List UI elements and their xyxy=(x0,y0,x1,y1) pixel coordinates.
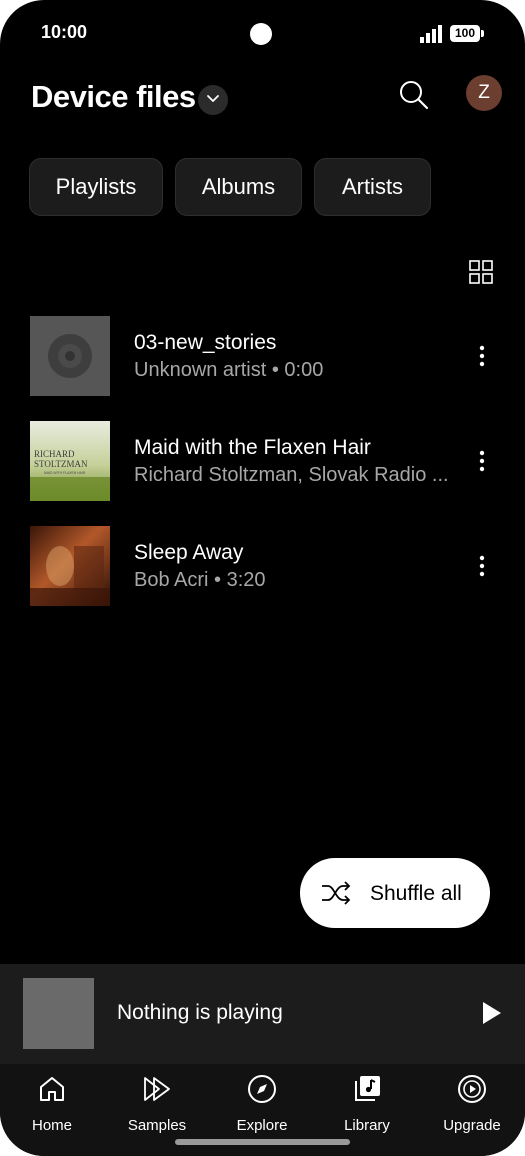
track-title: Maid with the Flaxen Hair xyxy=(134,436,371,459)
play-icon[interactable] xyxy=(481,1001,503,1025)
chip-artists[interactable]: Artists xyxy=(314,158,431,216)
chip-albums[interactable]: Albums xyxy=(175,158,302,216)
now-playing-artwork xyxy=(23,978,94,1049)
home-indicator[interactable] xyxy=(175,1139,350,1145)
track-row[interactable]: 03-new_stories Unknown artist • 0:00 xyxy=(0,316,525,398)
more-options-icon[interactable] xyxy=(470,448,494,474)
more-options-icon[interactable] xyxy=(470,553,494,579)
track-subtitle: Richard Stoltzman, Slovak Radio ... xyxy=(134,464,449,486)
header: Device files xyxy=(0,70,525,130)
nav-explore-label: Explore xyxy=(236,1117,288,1134)
nav-library[interactable]: Library xyxy=(322,1072,412,1142)
page-title[interactable]: Device files xyxy=(31,79,196,115)
source-dropdown-button[interactable] xyxy=(198,85,228,115)
track-artwork xyxy=(30,526,110,606)
now-playing-text: Nothing is playing xyxy=(117,1001,283,1024)
status-bar: 10:00 100 xyxy=(0,0,525,64)
signal-icon xyxy=(420,25,442,43)
nav-explore[interactable]: Explore xyxy=(217,1072,307,1142)
avatar[interactable]: Z xyxy=(466,75,502,111)
chip-playlists[interactable]: Playlists xyxy=(29,158,163,216)
track-artwork xyxy=(30,316,110,396)
front-camera xyxy=(250,23,272,45)
status-time: 10:00 xyxy=(41,22,88,42)
battery-icon: 100 xyxy=(450,25,484,42)
nav-samples-label: Samples xyxy=(127,1117,187,1134)
phone-screen: 10:00 100 Device files Z Playlists Album… xyxy=(0,0,525,1156)
album-art-text: RICHARD xyxy=(34,449,75,459)
shuffle-all-label: Shuffle all xyxy=(370,882,462,905)
nav-upgrade-label: Upgrade xyxy=(443,1117,501,1134)
shuffle-icon xyxy=(322,881,351,905)
track-title: Sleep Away xyxy=(134,541,244,564)
upgrade-icon xyxy=(458,1075,486,1103)
chevron-down-icon xyxy=(207,95,219,102)
library-icon xyxy=(355,1076,380,1101)
track-row[interactable]: Sleep Away Bob Acri • 3:20 xyxy=(0,526,525,608)
track-title: 03-new_stories xyxy=(134,331,277,354)
track-row[interactable]: RICHARD STOLTZMAN MAID WITH FLAXEN HAIR … xyxy=(0,421,525,503)
nav-samples[interactable]: Samples xyxy=(112,1072,202,1142)
track-subtitle: Bob Acri • 3:20 xyxy=(134,569,266,591)
more-options-icon[interactable] xyxy=(470,343,494,369)
album-art-text: STOLTZMAN xyxy=(34,459,88,469)
nav-home[interactable]: Home xyxy=(7,1072,97,1142)
home-icon xyxy=(40,1077,64,1101)
samples-icon xyxy=(144,1077,170,1101)
nav-home-label: Home xyxy=(31,1117,72,1134)
album-cover-image xyxy=(30,526,110,606)
shuffle-all-button[interactable]: Shuffle all xyxy=(300,858,490,928)
album-cover-image: RICHARD STOLTZMAN MAID WITH FLAXEN HAIR xyxy=(30,421,110,501)
album-art-text: MAID WITH FLAXEN HAIR xyxy=(44,471,86,475)
track-artwork: RICHARD STOLTZMAN MAID WITH FLAXEN HAIR xyxy=(30,421,110,501)
compass-icon xyxy=(248,1075,276,1103)
nav-library-label: Library xyxy=(344,1117,390,1134)
mini-player[interactable]: Nothing is playing xyxy=(0,964,525,1064)
track-subtitle: Unknown artist • 0:00 xyxy=(134,359,324,381)
search-icon[interactable] xyxy=(397,78,431,112)
vinyl-icon xyxy=(48,334,92,378)
grid-view-icon[interactable] xyxy=(469,260,493,284)
nav-upgrade[interactable]: Upgrade xyxy=(427,1072,517,1142)
